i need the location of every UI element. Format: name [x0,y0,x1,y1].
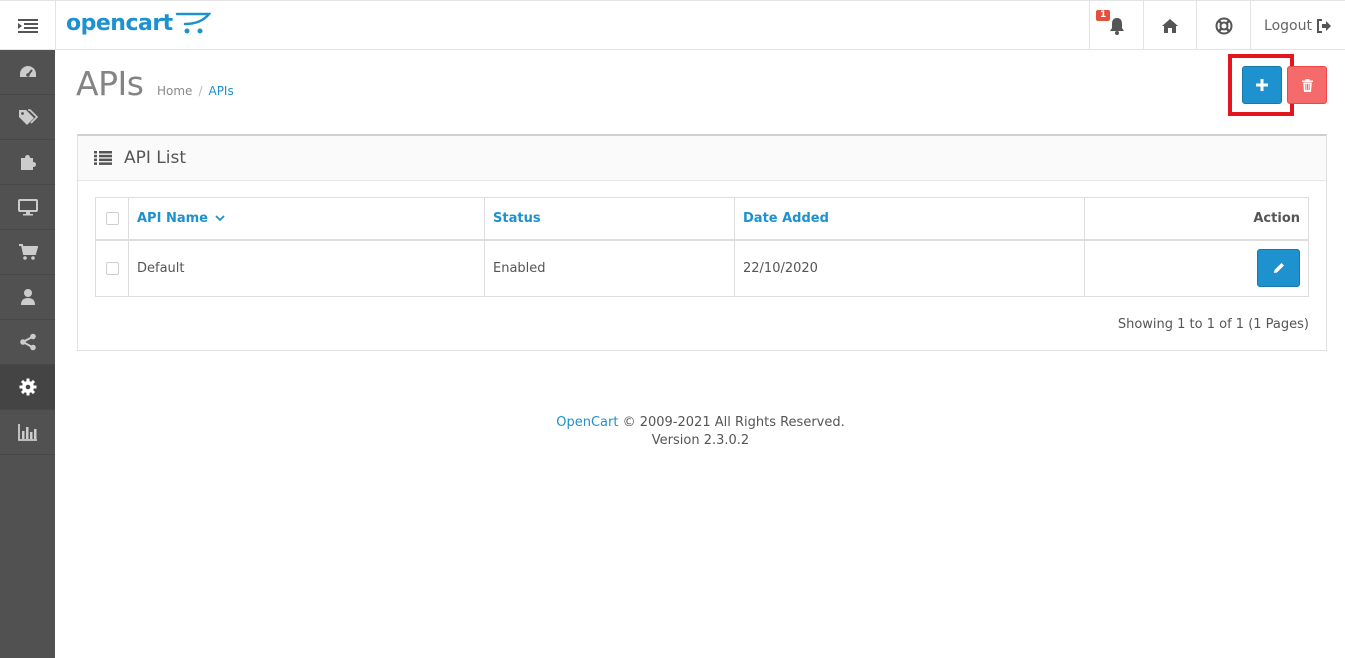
delete-button[interactable] [1287,66,1327,104]
user-icon [20,289,35,305]
api-list-panel: API List API Name Status Date Added Acti… [77,134,1327,351]
breadcrumb: Home / APIs [157,84,234,98]
panel-heading: API List [78,136,1326,181]
column-status[interactable]: Status [484,197,735,241]
header: opencart 1 Logout [0,0,1345,50]
row-checkbox[interactable] [105,261,119,275]
api-table: API Name Status Date Added Action Defaul… [95,197,1309,297]
pencil-icon [1273,263,1284,274]
logout-label: Logout [1264,17,1312,34]
sign-out-icon [1316,18,1331,33]
column-api-name-label: API Name [137,210,208,226]
row-select-cell [95,239,129,297]
cart-logo-icon [175,12,211,34]
header-nav: 1 Logout [1089,1,1345,50]
cell-api-name: Default [128,239,485,297]
home-icon [1162,18,1178,33]
column-date-added[interactable]: Date Added [734,197,1085,241]
home-button[interactable] [1143,1,1196,50]
cell-status: Enabled [484,239,735,297]
column-action: Action [1084,197,1309,241]
pagination-summary: Showing 1 to 1 of 1 (1 Pages) [1117,317,1309,332]
sort-chevron-down-icon [214,215,225,222]
cart-icon [18,244,38,260]
notifications-button[interactable]: 1 [1089,1,1143,50]
logo-text: opencart [66,11,173,36]
cog-icon [19,378,36,396]
tags-icon [18,109,38,125]
trash-icon [1301,78,1313,92]
menu-toggle-icon [17,18,38,33]
panel-title: API List [124,148,187,168]
plus-icon [1256,79,1268,91]
sidebar-item-dashboard[interactable] [0,50,55,95]
add-new-button[interactable] [1242,66,1282,104]
sidebar-item-catalog[interactable] [0,95,55,140]
sidebar-item-reports[interactable] [0,410,55,455]
menu-toggle-button[interactable] [0,1,56,50]
sidebar-item-customers[interactable] [0,275,55,320]
page-title: APIs [76,64,144,103]
help-button[interactable] [1196,1,1250,50]
dashboard-icon [19,66,36,77]
share-icon [19,333,36,351]
bell-icon [1109,17,1124,35]
sidebar [0,50,55,658]
footer-rights: © 2009-2021 All Rights Reserved. [622,415,845,430]
main-content: APIs Home / APIs API List API Name Statu… [56,50,1345,658]
sidebar-item-marketing[interactable] [0,320,55,365]
list-icon [94,151,112,165]
life-ring-icon [1215,17,1232,34]
footer: OpenCart © 2009-2021 All Rights Reserved… [56,414,1345,450]
select-all-cell [95,197,129,241]
edit-button[interactable] [1257,249,1300,288]
footer-version: Version 2.3.0.2 [651,433,750,448]
sidebar-item-extensions[interactable] [0,140,55,185]
notification-badge: 1 [1096,10,1111,21]
sidebar-item-sales[interactable] [0,230,55,275]
sidebar-item-design[interactable] [0,185,55,230]
breadcrumb-home[interactable]: Home [157,84,192,98]
cell-date-added: 22/10/2020 [734,239,1085,297]
table-header-row: API Name Status Date Added Action [95,197,1309,241]
puzzle-icon [20,155,36,170]
opencart-link[interactable]: OpenCart [556,415,618,430]
table-row: Default Enabled 22/10/2020 [95,239,1309,297]
select-all-checkbox[interactable] [105,211,119,225]
breadcrumb-separator: / [198,84,203,98]
sidebar-item-system[interactable] [0,365,55,410]
breadcrumb-apis[interactable]: APIs [208,84,233,98]
footer-copyright: OpenCart © 2009-2021 All Rights Reserved… [56,414,1345,432]
column-api-name[interactable]: API Name [128,197,485,241]
desktop-icon [17,199,38,216]
opencart-logo[interactable]: opencart [66,10,211,40]
logout-button[interactable]: Logout [1250,1,1345,50]
bar-chart-icon [17,424,37,441]
cell-action [1084,239,1309,297]
